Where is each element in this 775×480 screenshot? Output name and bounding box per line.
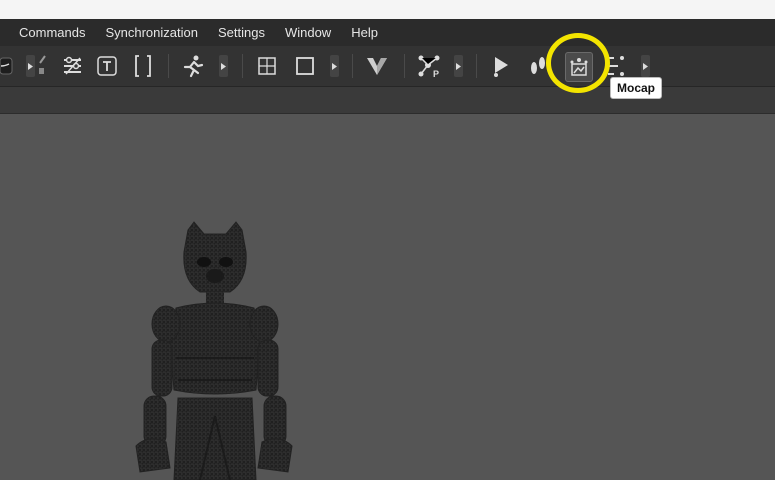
run-dropdown-arrow[interactable] — [219, 55, 228, 77]
wireframe-character-model — [135, 221, 293, 480]
wire-icon[interactable] — [36, 52, 48, 80]
menu-window[interactable]: Window — [275, 19, 341, 46]
square-icon[interactable] — [293, 52, 317, 80]
tracking-dropdown-arrow[interactable] — [641, 55, 650, 77]
v-logo-icon[interactable] — [364, 52, 390, 80]
toolbar-separator — [352, 54, 353, 78]
curve-icon[interactable] — [0, 52, 14, 80]
frame-icon[interactable] — [255, 52, 279, 80]
menu-settings[interactable]: Settings — [208, 19, 275, 46]
toolbar-separator — [242, 54, 243, 78]
bracket-icon[interactable] — [131, 52, 155, 80]
title-strip — [0, 0, 775, 19]
physics-icon[interactable]: P — [416, 52, 442, 80]
mocap-icon[interactable] — [565, 52, 593, 82]
cam-icon[interactable] — [488, 52, 514, 80]
menu-help[interactable]: Help — [341, 19, 388, 46]
toolbar-separator — [476, 54, 477, 78]
tooltip: Mocap — [610, 77, 663, 99]
menu-commands[interactable]: Commands — [0, 19, 95, 46]
physics-dropdown-arrow[interactable] — [454, 55, 463, 77]
footprints-icon[interactable] — [527, 52, 549, 80]
adjust-icon[interactable] — [60, 52, 86, 80]
tracking-icon[interactable] — [603, 52, 629, 80]
menu-bar: Commands Synchronization Settings Window… — [0, 19, 775, 46]
toolbar-separator — [404, 54, 405, 78]
3d-viewport[interactable] — [0, 114, 775, 480]
run-icon[interactable] — [180, 52, 206, 80]
menu-synchronization[interactable]: Synchronization — [95, 19, 208, 46]
toolbar-separator — [168, 54, 169, 78]
text-icon[interactable] — [95, 52, 119, 80]
square-dropdown-arrow[interactable] — [330, 55, 339, 77]
curve-dropdown-arrow[interactable] — [26, 55, 35, 77]
svg-text:P: P — [433, 69, 439, 79]
